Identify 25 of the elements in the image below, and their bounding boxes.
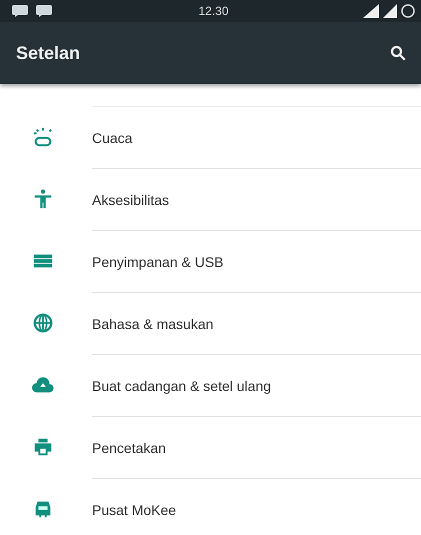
item-label: Pusat MoKee bbox=[92, 502, 176, 518]
item-label: Penyimpanan & USB bbox=[92, 254, 224, 270]
item-label: Bahasa & masukan bbox=[92, 316, 214, 332]
item-label: Cuaca bbox=[92, 130, 132, 146]
app-title: Setelan bbox=[16, 42, 80, 64]
accessibility-icon bbox=[32, 188, 54, 210]
globe-icon bbox=[32, 312, 54, 334]
weather-icon bbox=[32, 126, 54, 148]
settings-item[interactable]: Cuaca bbox=[0, 106, 421, 168]
item-label: Aksesibilitas bbox=[92, 192, 170, 208]
settings-item[interactable]: Buat cadangan & setel ulang bbox=[0, 354, 421, 416]
settings-item[interactable]: Aksesibilitas bbox=[0, 168, 421, 230]
item-label: Buat cadangan & setel ulang bbox=[92, 378, 272, 394]
settings-item[interactable]: Pusat MoKee bbox=[0, 478, 421, 535]
message-icon bbox=[36, 5, 52, 17]
signal-icon bbox=[383, 4, 397, 18]
settings-item[interactable]: Bahasa & masukan bbox=[0, 292, 421, 354]
signal-icon bbox=[363, 4, 379, 18]
settings-item[interactable]: Penyimpanan & USB bbox=[0, 230, 421, 292]
message-icon bbox=[12, 5, 28, 17]
status-time: 12.30 bbox=[198, 4, 229, 18]
printer-icon bbox=[32, 436, 54, 458]
item-label: Pencetakan bbox=[92, 440, 166, 456]
search-icon[interactable] bbox=[389, 44, 407, 62]
settings-item[interactable]: Pencetakan bbox=[0, 416, 421, 478]
